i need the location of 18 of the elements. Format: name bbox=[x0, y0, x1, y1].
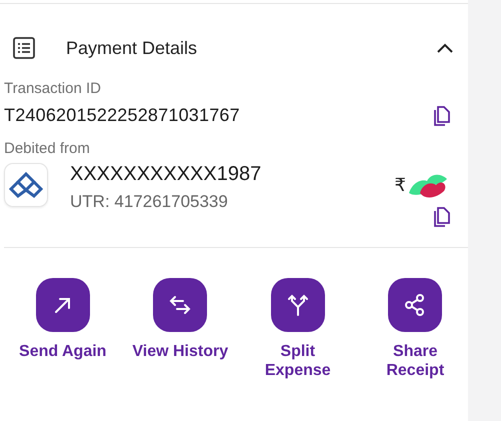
bank-logo-icon bbox=[9, 172, 43, 198]
transaction-id: T2406201522252871031767 bbox=[4, 105, 240, 126]
list-icon bbox=[12, 36, 36, 60]
copy-button[interactable] bbox=[434, 106, 450, 126]
action-button[interactable]: View History bbox=[122, 278, 239, 380]
account-number: XXXXXXXXXXX1987 bbox=[70, 163, 262, 186]
field-label: Transaction ID bbox=[3, 80, 102, 97]
action-button[interactable]: Split Expense bbox=[239, 278, 356, 380]
copy-icon bbox=[434, 106, 450, 126]
split-arrows-icon bbox=[286, 293, 310, 317]
amount: ₹ bbox=[394, 174, 406, 196]
utr-number: UTR: 417261705339 bbox=[70, 192, 229, 212]
copy-icon bbox=[434, 207, 450, 227]
section-title: Payment Details bbox=[66, 38, 198, 58]
action-button[interactable]: Send Again bbox=[4, 278, 122, 380]
chevron-icon bbox=[436, 42, 454, 54]
field-label: Debited from bbox=[3, 140, 91, 157]
copy-button[interactable] bbox=[434, 207, 450, 227]
